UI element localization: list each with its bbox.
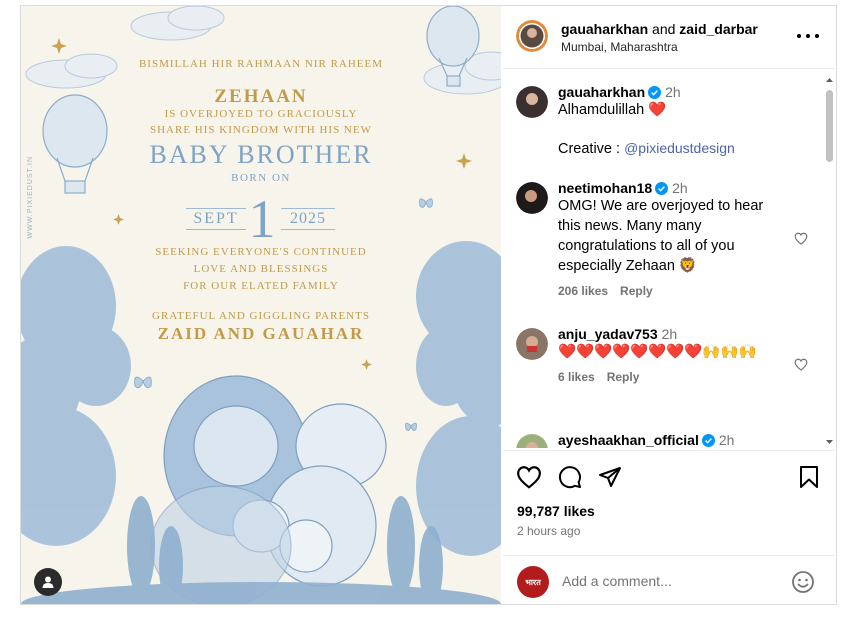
comment-header: ayeshaakhan_official 2h [558,432,778,448]
comment-meta: 206 likes Reply [558,284,778,298]
dot-icon [806,34,810,38]
avatar[interactable] [516,328,548,360]
comment-header: anju_yadav753 2h [558,326,778,342]
dot-icon [815,34,819,38]
card-line-7: GRATEFUL AND GIGGLING PARENTS [152,310,370,322]
add-comment-bar: भारत [502,555,837,605]
comment-body: anju_yadav753 2h ❤️❤️❤️❤️❤️❤️❤️❤️🙌🙌🙌 6 li… [558,326,778,384]
comment-header: gauaharkhan 2h [558,84,778,100]
user-icon [42,576,54,588]
card-born-on: BORN ON [231,172,291,184]
emoji-icon[interactable] [791,570,815,594]
comment-time: 2h [672,180,688,196]
avatar[interactable] [516,182,548,214]
comment-header: neetimohan18 2h [558,180,778,196]
comment-bubble-icon[interactable] [558,465,582,489]
avatar[interactable] [516,20,548,52]
card-line-2: IS OVERJOYED TO GRACIOUSLY [164,108,358,120]
scroll-thumb[interactable] [826,90,833,162]
verified-badge-icon [648,86,662,99]
comment-body: neetimohan18 2h OMG! We are overjoyed to … [558,180,778,298]
avatar[interactable]: भारत [517,566,549,598]
author-avatar-image [516,20,548,52]
caption-credit: Creative : @pixiedustdesign [558,138,778,159]
comment-input[interactable] [562,570,782,592]
mention-link[interactable]: @pixiedustdesign [624,140,735,156]
card-day: 1 [248,189,276,249]
card-line-5: LOVE AND BLESSINGS [193,263,329,275]
save-bookmark-icon[interactable] [799,465,819,489]
comment-meta: 6 likes Reply [558,370,778,384]
card-parents: ZAID AND GAUAHAR [157,324,365,343]
author-2-link[interactable]: zaid_darbar [679,21,758,37]
avatar-image [516,86,548,118]
card-line-4: SEEKING EVERYONE'S CONTINUED [155,246,367,258]
card-line-6: FOR OUR ELATED FAMILY [183,280,339,292]
comment-username[interactable]: neetimohan18 [558,180,652,196]
like-comment-heart-icon[interactable] [794,358,808,371]
avatar-image [516,182,548,214]
more-options-button[interactable] [797,26,819,46]
comments-list[interactable]: gauaharkhan 2h Alhamdulillah ❤️ Creative … [502,70,837,448]
author-1-link[interactable]: gauaharkhan [561,21,648,37]
tagged-users-button[interactable] [34,568,62,596]
location-link[interactable]: Mumbai, Maharashtra [561,40,678,54]
post-image[interactable]: WWW.PIXIEDUST.IN BISMILLAH HIR RAHMAAN N… [21,6,501,604]
verified-badge-icon [701,434,715,447]
reply-button[interactable]: Reply [620,284,653,298]
post-modal: WWW.PIXIEDUST.IN BISMILLAH HIR RAHMAAN N… [20,5,837,605]
comment-username[interactable]: ayeshaakhan_official [558,432,699,448]
scroll-down-arrow-icon[interactable] [825,438,834,446]
avatar[interactable] [516,86,548,118]
comments-scrollbar[interactable] [825,76,834,446]
card-line-1: BISMILLAH HIR RAHMAAN NIR RAHEEM [138,58,384,70]
verified-badge-icon [655,182,669,195]
avatar[interactable] [516,434,548,448]
comment-body: ayeshaakhan_official 2h [558,432,778,448]
comment-text: OMG! We are overjoyed to hear this news.… [558,198,764,274]
post-actions: 99,787 likes 2 hours ago भारत [502,450,837,604]
credit-label: Creative : [558,141,625,157]
post-header: gauaharkhan and zaid_darbar Mumbai, Maha… [502,6,837,69]
likes-count[interactable]: 99,787 likes [517,503,595,519]
like-comment-heart-icon[interactable] [794,232,808,245]
card-baby-name: ZEHAAN [214,86,308,107]
card-headline: BABY BROTHER [149,140,373,169]
comment-text: ❤️❤️❤️❤️❤️❤️❤️❤️🙌🙌🙌 [558,344,757,360]
card-month: SEPT [186,208,246,230]
current-user-avatar-text: भारत [525,577,541,587]
and-text: and [648,21,680,37]
comment-time: 2h [661,326,678,342]
post-timestamp[interactable]: 2 hours ago [517,524,580,538]
post-sidebar: gauaharkhan and zaid_darbar Mumbai, Maha… [502,6,837,604]
dot-icon [797,34,801,38]
comment-username[interactable]: gauaharkhan [558,84,645,100]
scroll-up-arrow-icon[interactable] [825,76,834,84]
comment-time: 2h [718,432,735,448]
comment-username[interactable]: anju_yadav753 [558,326,658,342]
avatar-image [516,434,548,448]
comment-time: 2h [665,84,681,100]
card-date: SEPT 1 2025 [21,189,501,249]
card-line-3: SHARE HIS KINGDOM WITH HIS NEW [150,124,372,136]
caption-body: gauaharkhan 2h Alhamdulillah ❤️ Creative … [558,84,778,159]
comment-likes[interactable]: 6 likes [558,370,595,384]
avatar-image [516,328,548,360]
comment-likes[interactable]: 206 likes [558,284,608,298]
card-year: 2025 [281,208,335,230]
post-authors: gauaharkhan and zaid_darbar [561,21,758,37]
share-paper-plane-icon[interactable] [598,465,622,489]
reply-button[interactable]: Reply [607,370,640,384]
like-heart-icon[interactable] [516,465,542,489]
comment-text: Alhamdulillah ❤️ [558,102,667,118]
